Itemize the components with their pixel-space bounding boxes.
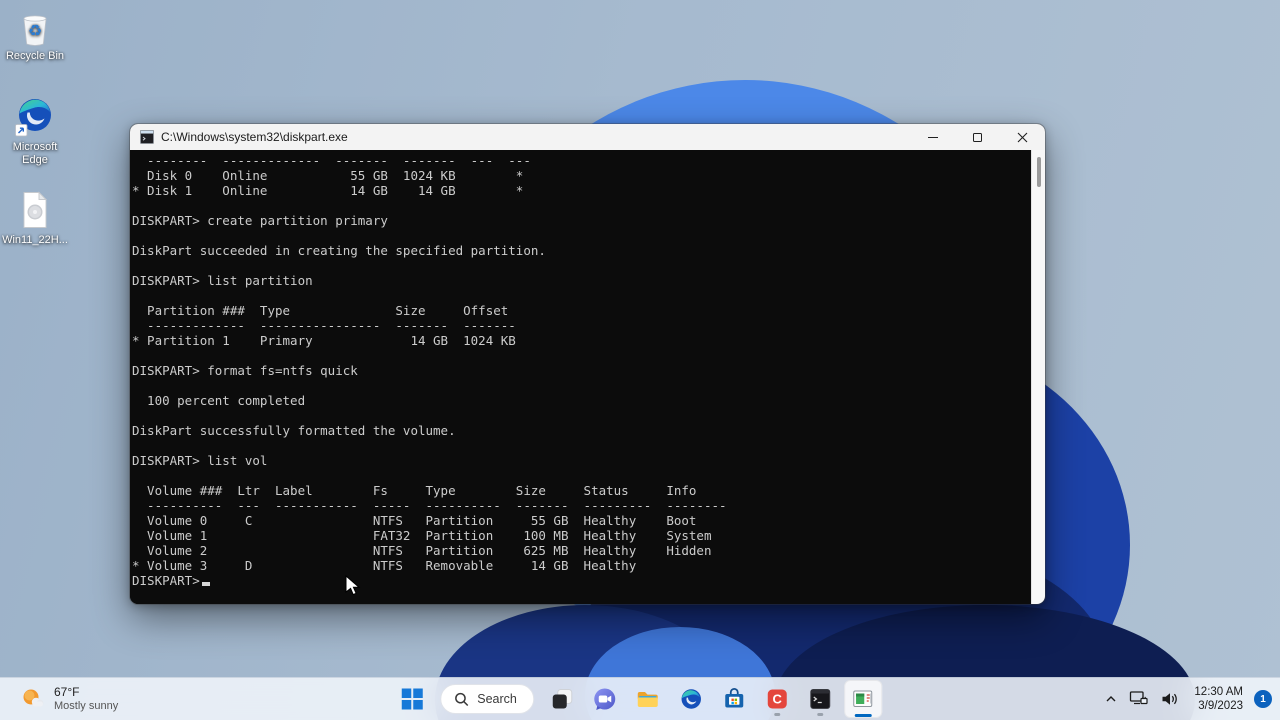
minimize-icon bbox=[927, 136, 938, 138]
active-window-indicator bbox=[854, 714, 872, 717]
notification-badge[interactable]: 1 bbox=[1254, 690, 1272, 708]
svg-text:C: C bbox=[772, 692, 782, 707]
imaging-tool-button[interactable] bbox=[843, 680, 882, 718]
recycle-bin-icon: ♻ bbox=[23, 15, 47, 46]
console-window-icon bbox=[140, 130, 154, 144]
taskbar: 67°F Mostly sunny Search C 12:30 AM 3/9/… bbox=[0, 677, 1280, 720]
console-text: -------- ------------- ------- ------- -… bbox=[132, 153, 727, 573]
desktop: ♻ Recycle Bin Microsoft Edge Win11_22H..… bbox=[0, 0, 1280, 720]
minimize-button[interactable] bbox=[910, 124, 955, 150]
network-icon bbox=[1130, 691, 1149, 705]
camtasia-icon: C bbox=[767, 689, 787, 709]
task-view-button[interactable] bbox=[543, 680, 581, 718]
maximize-button[interactable] bbox=[955, 124, 1000, 150]
diskpart-window: C:\Windows\system32\diskpart.exe -------… bbox=[129, 123, 1046, 605]
desktop-icon-label: Microsoft Edge bbox=[12, 141, 58, 166]
search-box[interactable]: Search bbox=[440, 684, 534, 714]
start-button[interactable] bbox=[393, 680, 431, 718]
scrollbar-thumb[interactable] bbox=[1037, 157, 1041, 187]
close-icon bbox=[1017, 132, 1028, 142]
maximize-icon bbox=[973, 132, 982, 142]
running-indicator bbox=[816, 713, 823, 716]
tray-date: 3/9/2023 bbox=[1198, 700, 1243, 712]
console-prompt: DISKPART> bbox=[132, 573, 200, 588]
desktop-icon-label: Win11_22H... bbox=[2, 234, 68, 246]
window-titlebar[interactable]: C:\Windows\system32\diskpart.exe bbox=[130, 124, 1045, 150]
search-icon bbox=[455, 692, 469, 706]
weather-icon bbox=[23, 689, 44, 707]
weather-widget[interactable]: 67°F Mostly sunny bbox=[12, 678, 126, 720]
window-title: C:\Windows\system32\diskpart.exe bbox=[161, 130, 348, 144]
chevron-up-icon bbox=[1106, 696, 1116, 702]
weather-temperature: 67°F bbox=[54, 685, 80, 699]
camtasia-button[interactable]: C bbox=[758, 680, 796, 718]
edge-button[interactable] bbox=[672, 680, 710, 718]
close-button[interactable] bbox=[1000, 124, 1045, 150]
terminal-cursor bbox=[201, 582, 210, 586]
volume-tray-button[interactable] bbox=[1156, 682, 1183, 716]
windows-start-icon bbox=[401, 688, 423, 710]
file-explorer-button[interactable] bbox=[629, 680, 667, 718]
clock[interactable]: 12:30 AM 3/9/2023 bbox=[1186, 685, 1249, 713]
chat-icon bbox=[594, 688, 616, 710]
chat-button[interactable] bbox=[586, 680, 624, 718]
command-prompt-button[interactable] bbox=[801, 680, 839, 718]
desktop-icon-recycle-bin[interactable]: ♻ Recycle Bin bbox=[1, 5, 69, 63]
microsoft-store-button[interactable] bbox=[715, 680, 753, 718]
command-prompt-icon bbox=[809, 689, 830, 709]
edge-icon bbox=[15, 99, 51, 137]
desktop-icon-label: Recycle Bin bbox=[5, 50, 65, 62]
speaker-icon bbox=[1162, 693, 1178, 705]
mouse-cursor bbox=[345, 575, 361, 596]
console-scrollbar[interactable] bbox=[1031, 150, 1045, 604]
desktop-icon-win11-iso[interactable]: Win11_22H... bbox=[1, 189, 69, 247]
console-output[interactable]: -------- ------------- ------- ------- -… bbox=[130, 150, 1031, 604]
microsoft-store-icon bbox=[724, 688, 743, 708]
weather-condition: Mostly sunny bbox=[54, 700, 119, 712]
tray-time: 12:30 AM bbox=[1194, 686, 1243, 698]
edge-taskbar-icon bbox=[681, 689, 701, 709]
network-tray-button[interactable] bbox=[1125, 682, 1153, 716]
task-view-icon bbox=[552, 689, 572, 709]
desktop-icon-microsoft-edge[interactable]: Microsoft Edge bbox=[1, 96, 69, 167]
imaging-tool-icon bbox=[853, 690, 873, 707]
hidden-icons-button[interactable] bbox=[1100, 682, 1122, 716]
file-explorer-icon bbox=[637, 691, 658, 707]
search-label: Search bbox=[477, 692, 517, 706]
svg-text:♻: ♻ bbox=[28, 21, 42, 40]
iso-file-icon bbox=[23, 191, 48, 228]
running-indicator bbox=[773, 713, 780, 716]
